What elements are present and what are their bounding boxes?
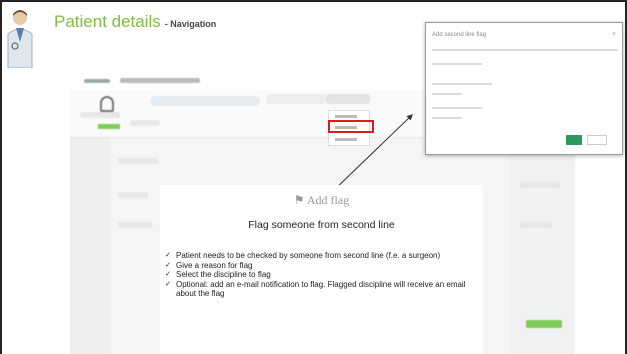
page-title: Patient details - Navigation [54, 12, 217, 31]
doctor-avatar-icon [7, 10, 33, 68]
bullet-item: Patient needs to be checked by someone f… [165, 251, 475, 261]
dialog-title: Add second line flag [432, 32, 487, 38]
ok-button[interactable] [566, 135, 582, 145]
bullet-item: Select the discipline to flag [165, 270, 475, 280]
page-subtitle: - Navigation [164, 19, 217, 29]
cancel-button[interactable] [587, 135, 607, 145]
card-heading: ⚑ Add flag [293, 193, 350, 207]
card-subtitle: Flag someone from second line [248, 219, 395, 231]
add-flag-dialog: Add second line flag × [425, 22, 623, 155]
slide: Patient details - Navigation Add second l… [0, 0, 627, 354]
bullet-item: Give a reason for flag [165, 261, 475, 271]
add-flag-menu-highlight [328, 120, 374, 133]
patient-icon [100, 96, 114, 112]
flag-icon: ⚑ [293, 193, 305, 207]
bullet-list: Patient needs to be checked by someone f… [165, 251, 475, 299]
bullet-item: Optional: add an e-mail notification to … [165, 280, 475, 299]
add-flag-explanation-card: ⚑ Add flag Flag someone from second line… [160, 185, 483, 354]
close-icon[interactable]: × [612, 31, 616, 38]
